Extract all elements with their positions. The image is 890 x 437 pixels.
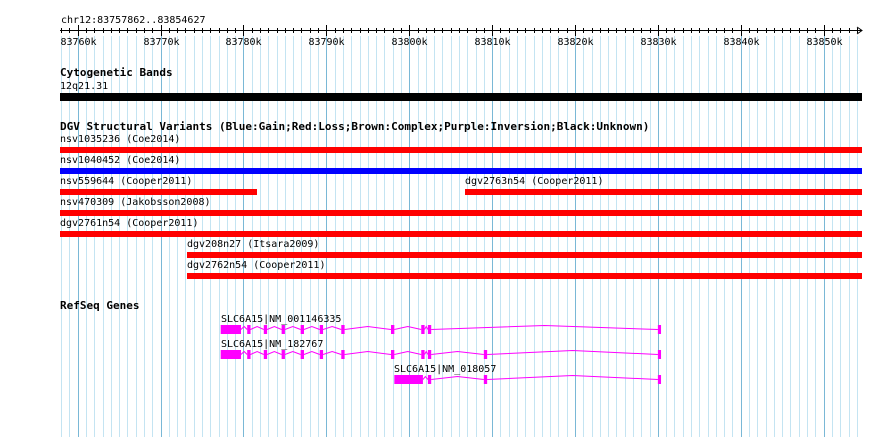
refseq-genes-track: RefSeq Genes SLC6A15|NM_001146335 SLC6A15… [0, 0, 890, 437]
intron-line [303, 325, 320, 330]
gene-model[interactable]: SLC6A15|NM_001146335 [220, 314, 662, 334]
exon-block [427, 350, 432, 359]
intron-line [240, 325, 248, 330]
exon-block [319, 350, 324, 359]
intron-line [240, 350, 248, 355]
genome-browser-track-view[interactable]: chr12:83757862..83854627 83760k 83770k 837… [0, 0, 890, 437]
exon-block [300, 325, 304, 334]
intron-line [322, 350, 342, 355]
intron-line [487, 374, 658, 380]
gene-label: SLC6A15|NM_018057 [394, 364, 496, 375]
exon-block [220, 350, 241, 359]
exon-block [247, 350, 251, 359]
exon-block [427, 375, 432, 384]
gene-model[interactable]: SLC6A15|NM_018057 [394, 364, 662, 384]
intron-line [344, 350, 392, 355]
exon-block [247, 325, 251, 334]
intron-line [424, 350, 429, 355]
gene-model[interactable]: SLC6A15|NM_182767 [220, 339, 662, 359]
intron-line [431, 375, 484, 380]
intron-line [431, 324, 658, 330]
exon-block [341, 325, 345, 334]
intron-line [284, 350, 301, 355]
exon-block [263, 350, 268, 359]
exon-block [281, 325, 285, 334]
exon-block [657, 325, 662, 334]
exon-block [319, 325, 324, 334]
intron-line [394, 325, 422, 330]
intron-line [487, 349, 658, 355]
exon-block [427, 325, 432, 334]
intron-line [250, 350, 264, 355]
exon-block [394, 375, 423, 384]
exon-block [300, 350, 304, 359]
exon-block [421, 325, 425, 334]
gene-label: SLC6A15|NM_001146335 [221, 314, 341, 325]
exon-block [421, 350, 425, 359]
intron-line [266, 350, 282, 355]
exon-block [483, 375, 488, 384]
gene-models: SLC6A15|NM_001146335 SLC6A15|NM_182767 SLC… [220, 314, 662, 384]
exon-block [391, 350, 395, 359]
exon-block [341, 350, 345, 359]
intron-line [344, 325, 392, 330]
intron-line [303, 350, 320, 355]
intron-line [431, 350, 484, 355]
exon-block [263, 325, 268, 334]
exon-block [657, 350, 662, 359]
intron-line [266, 325, 282, 330]
intron-line [322, 325, 342, 330]
exon-block [657, 375, 662, 384]
intron-line [422, 375, 429, 380]
exon-block [391, 325, 395, 334]
exon-block [281, 350, 285, 359]
intron-line [394, 350, 422, 355]
intron-line [424, 325, 429, 330]
exon-block [483, 350, 488, 359]
intron-line [250, 325, 264, 330]
intron-line [284, 325, 301, 330]
gene-label: SLC6A15|NM_182767 [221, 339, 323, 350]
exon-block [220, 325, 241, 334]
